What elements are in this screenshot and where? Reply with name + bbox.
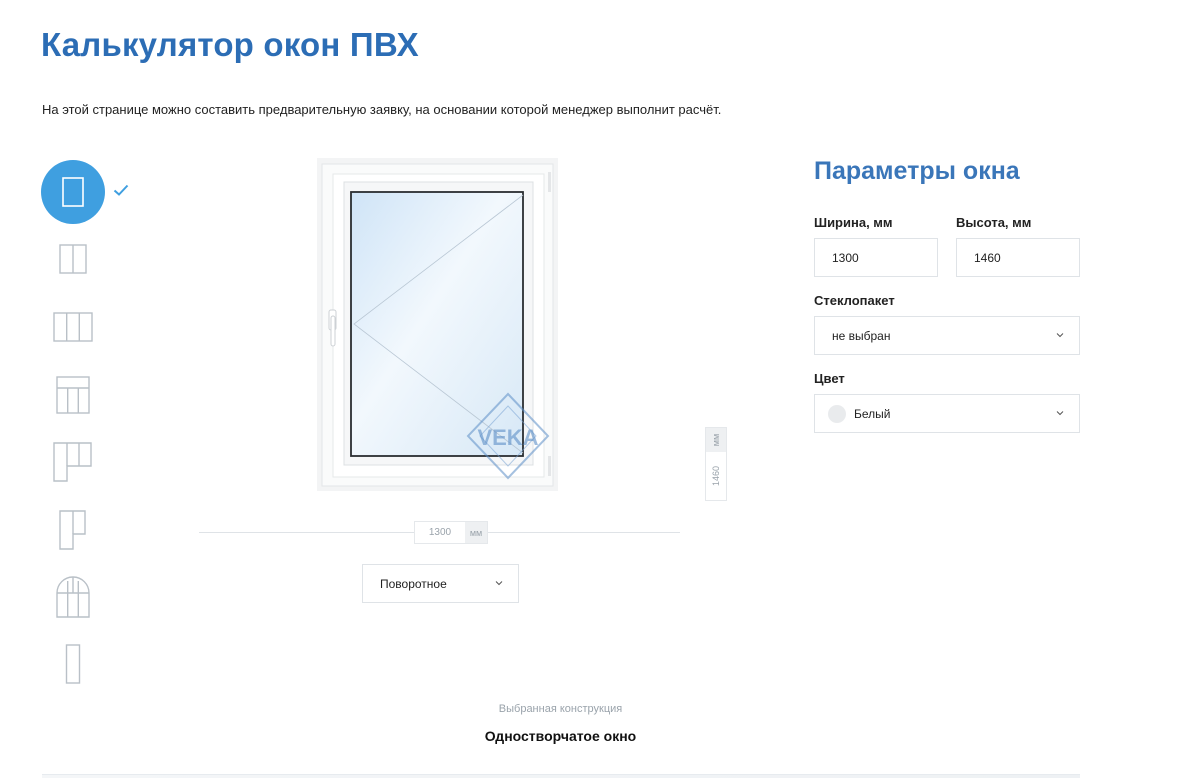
- single-sash-window-icon: [62, 177, 84, 207]
- glass-label: Стеклопакет: [814, 293, 895, 308]
- arched-window-icon: [56, 576, 90, 618]
- width-readout: 1300 мм: [414, 521, 488, 544]
- window-type-single-sash[interactable]: [41, 160, 105, 224]
- window-type-narrow[interactable]: [41, 632, 105, 696]
- glass-select-value: не выбран: [832, 328, 891, 343]
- checkmark-icon: [113, 183, 129, 201]
- chevron-down-icon: [1056, 333, 1064, 338]
- width-input[interactable]: [814, 238, 938, 277]
- veka-logo-text: VEKA: [477, 425, 538, 450]
- width-label: Ширина, мм: [814, 215, 893, 230]
- construction-caption: Выбранная конструкция: [498, 703, 623, 715]
- width-value-label: 1300: [428, 527, 452, 538]
- height-readout: мм 1460: [705, 427, 727, 501]
- window-preview: VEKA: [317, 158, 558, 491]
- chevron-down-icon: [1056, 411, 1064, 416]
- color-swatch: [828, 404, 846, 423]
- window-type-arched[interactable]: [41, 565, 105, 629]
- construction-name: Одностворчатое окно: [484, 728, 637, 744]
- height-input[interactable]: [956, 238, 1080, 277]
- page-intro: На этой странице можно составить предвар…: [42, 102, 722, 117]
- window-type-double-sash[interactable]: [41, 227, 105, 291]
- page-title: Калькулятор окон ПВХ: [41, 26, 419, 63]
- opening-type-value: Поворотное: [380, 576, 447, 591]
- params-title: Параметры окна: [814, 157, 1020, 185]
- window-type-transom[interactable]: [41, 363, 105, 427]
- height-unit-label: мм: [711, 433, 721, 447]
- window-type-balcony-block[interactable]: [41, 430, 105, 494]
- height-label: Высота, мм: [956, 215, 1032, 230]
- color-select-value: Белый: [854, 406, 891, 421]
- window-type-balcony-door[interactable]: [41, 498, 105, 562]
- double-sash-window-icon: [59, 244, 87, 274]
- narrow-window-icon: [65, 644, 81, 684]
- color-label: Цвет: [814, 371, 845, 386]
- window-type-triple-sash[interactable]: [41, 295, 105, 359]
- color-select[interactable]: Белый: [814, 394, 1080, 433]
- section-divider: [42, 774, 1080, 778]
- height-value-label: 1460: [711, 465, 721, 487]
- triple-sash-window-icon: [53, 312, 93, 342]
- transom-window-icon: [56, 376, 90, 414]
- balcony-door-icon: [59, 510, 86, 550]
- chevron-down-icon: [495, 581, 503, 586]
- opening-type-select[interactable]: Поворотное: [362, 564, 519, 603]
- balcony-block-left-icon: [53, 442, 92, 482]
- glass-select[interactable]: не выбран: [814, 316, 1080, 355]
- width-unit-label: мм: [465, 522, 487, 543]
